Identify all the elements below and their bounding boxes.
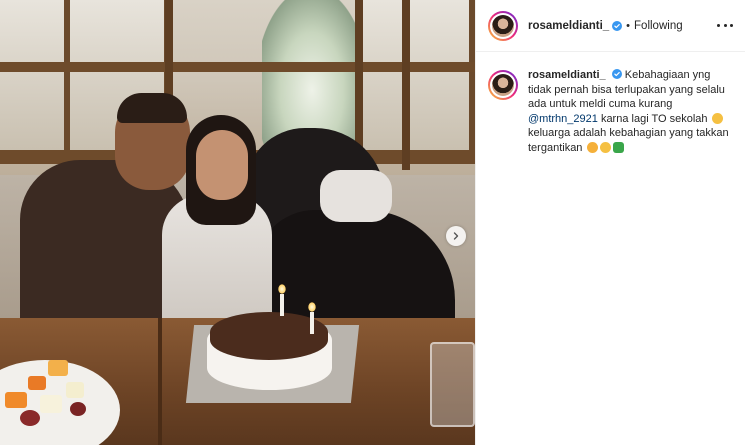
photo-fruit-3	[48, 360, 68, 376]
post-side-panel: rosameldianti_ • Following rosameldianti…	[475, 0, 745, 445]
post-photo[interactable]	[0, 0, 475, 445]
instagram-post: rosameldianti_ • Following rosameldianti…	[0, 0, 745, 445]
following-status[interactable]: Following	[634, 20, 683, 32]
caption-body-2: karna lagi TO sekolah	[600, 112, 708, 125]
photo-fruit-1	[5, 392, 27, 408]
photo-glass	[430, 342, 475, 427]
photo-fruit-5	[66, 382, 84, 398]
more-dot-3	[730, 23, 733, 27]
photo-candle-2	[310, 312, 314, 334]
header-username[interactable]: rosameldianti_	[528, 20, 609, 32]
photo-window-left	[0, 0, 70, 150]
post-header: rosameldianti_ • Following	[476, 0, 745, 52]
snake-emoji-icon	[612, 141, 624, 153]
post-caption: rosameldianti_ Kebahagiaan yng tidak per…	[476, 52, 745, 155]
hugging-face-emoji-icon	[599, 141, 611, 153]
photo-white-sleeve	[320, 170, 392, 222]
header-separator: •	[626, 19, 631, 32]
avatar[interactable]	[488, 11, 518, 41]
photo-flame-2	[308, 302, 316, 312]
more-dot-1	[717, 23, 720, 27]
hugging-face-emoji-icon	[711, 112, 723, 124]
photo-fruit-6	[20, 410, 40, 426]
photo-flame-1	[278, 284, 286, 294]
avatar-image	[492, 14, 514, 37]
caption-body-3: keluarga adalah kebahagian yang takkan t…	[528, 127, 729, 154]
caption-text: rosameldianti_ Kebahagiaan yng tidak per…	[528, 68, 731, 155]
photo-window-right	[360, 0, 475, 150]
caption-avatar-image	[492, 74, 514, 96]
chevron-right-icon	[453, 232, 459, 240]
photo-candle-1	[280, 294, 284, 316]
caption-avatar[interactable]	[488, 70, 518, 100]
caption-mention-link[interactable]: @mtrhn_2921	[528, 113, 598, 125]
photo-table-seam	[158, 318, 162, 445]
photo-fruit-7	[70, 402, 86, 416]
next-photo-button[interactable]	[446, 226, 466, 246]
photo-fruit-2	[28, 376, 46, 390]
photo-fruit-4	[40, 395, 62, 413]
heart-eyes-emoji-icon	[586, 141, 598, 153]
photo-post-3	[402, 0, 410, 170]
photo-man-hair	[117, 93, 187, 123]
photo-girl-face	[196, 130, 248, 200]
more-options-icon[interactable]	[717, 18, 733, 32]
verified-badge-icon	[612, 20, 623, 31]
verified-badge-icon	[611, 69, 622, 79]
caption-username[interactable]: rosameldianti_	[528, 69, 606, 81]
more-dot-2	[723, 23, 727, 27]
